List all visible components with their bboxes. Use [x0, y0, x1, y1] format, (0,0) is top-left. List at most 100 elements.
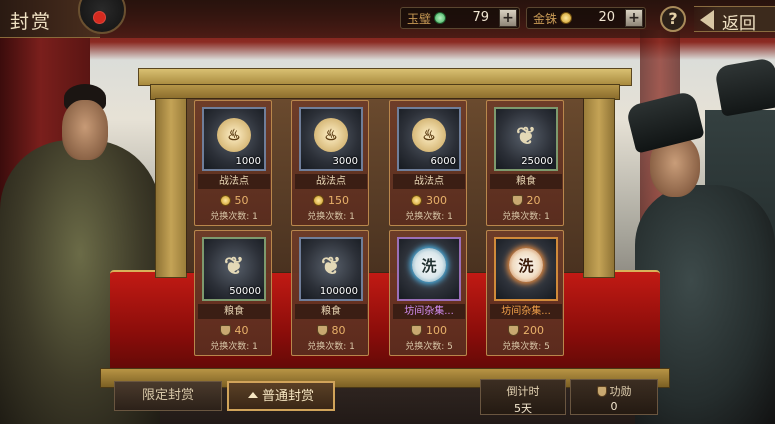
reward-card[interactable]: ❦ 100000 粮食 80 兑换次数: 1: [291, 230, 369, 356]
reward-card[interactable]: 洗 坊间杂集... 100 兑换次数: 5: [389, 230, 467, 356]
item-exchange-limit: 兑换次数: 1: [307, 212, 355, 222]
item-icon-frame: ❦ 50000: [202, 237, 266, 301]
flame-icon: ♨: [314, 118, 348, 153]
item-icon-frame: 洗: [397, 237, 461, 301]
back-arrow-icon: [700, 10, 714, 30]
active-tab-arrow-icon: [247, 391, 258, 398]
grain-icon: ❦: [320, 250, 342, 280]
gold-coin-icon: [560, 12, 573, 24]
item-exchange-limit: 兑换次数: 1: [502, 212, 550, 222]
merit-shield-icon: [508, 324, 519, 336]
currency-gold-value: 20: [598, 10, 615, 25]
item-cost: 40: [195, 323, 273, 337]
currency-jade-value: 79: [472, 10, 489, 25]
item-name: 粮食: [490, 174, 562, 189]
item-cost: 80: [292, 323, 370, 337]
tab-limited-rewards[interactable]: 限定封赏: [114, 381, 222, 411]
reward-card[interactable]: ♨ 3000 战法点 150 兑换次数: 1: [291, 100, 369, 226]
item-name: 粮食: [198, 304, 270, 319]
merit-shield-icon: [316, 324, 328, 336]
item-amount: 50000: [229, 286, 261, 297]
item-cost-value: 150: [328, 193, 349, 207]
item-exchange-limit: 兑换次数: 1: [210, 342, 258, 352]
merit-shield-icon: [511, 194, 523, 206]
item-name: 坊间杂集...: [490, 304, 562, 319]
currency-gold-label: 金铢: [533, 11, 558, 26]
item-name: 坊间杂集...: [393, 304, 465, 319]
item-icon-frame: ❦ 25000: [494, 107, 558, 171]
item-amount: 1000: [235, 156, 261, 167]
countdown-value: 5天: [514, 402, 532, 415]
gold-coin-icon: [411, 194, 422, 206]
back-button[interactable]: 返回: [694, 6, 775, 34]
reward-card[interactable]: ♨ 6000 战法点 300 兑换次数: 1: [389, 100, 467, 226]
merit-shield-icon: [596, 385, 607, 397]
item-exchange-limit: 兑换次数: 1: [307, 342, 355, 352]
item-name: 战法点: [198, 174, 270, 189]
gold-coin-icon: [219, 194, 231, 206]
tab-normal-rewards[interactable]: 普通封赏: [227, 381, 335, 411]
merit-shield-icon: [411, 324, 422, 336]
item-icon-frame: 洗: [494, 237, 558, 301]
chest-side-left: [155, 98, 187, 278]
tab-normal-label: 普通封赏: [261, 389, 314, 404]
merit-label-row: 功勋: [571, 383, 657, 399]
countdown-box: 倒计时 5天: [480, 379, 566, 415]
gold-coin-icon: [313, 194, 324, 206]
official-left-head: [62, 100, 108, 160]
item-name: 战法点: [295, 174, 367, 189]
item-cost-value: 40: [234, 323, 249, 337]
flame-icon: ♨: [217, 118, 251, 153]
item-icon-frame: ♨ 1000: [202, 107, 266, 171]
grain-icon: ❦: [223, 250, 245, 280]
item-cost: 50: [195, 193, 273, 207]
item-amount: 25000: [521, 156, 553, 167]
back-button-label: 返回: [722, 14, 756, 34]
item-cost-value: 20: [526, 193, 541, 207]
reward-card[interactable]: 洗 坊间杂集... 200 兑换次数: 5: [486, 230, 564, 356]
item-amount: 6000: [430, 156, 456, 167]
item-icon-frame: ♨ 6000: [397, 107, 461, 171]
item-cost-value: 100: [426, 323, 447, 337]
wash-token-icon: 洗: [509, 248, 543, 283]
countdown-label: 倒计时: [506, 385, 540, 398]
item-exchange-limit: 兑换次数: 5: [405, 342, 453, 352]
flame-icon: ♨: [412, 118, 446, 153]
item-cost-value: 300: [426, 193, 447, 207]
item-cost: 300: [390, 193, 468, 207]
add-gold-button[interactable]: +: [625, 9, 643, 27]
merit-label: 功勋: [609, 385, 632, 398]
item-cost: 150: [292, 193, 370, 207]
currency-gold: 金铢 20 +: [526, 7, 646, 29]
item-name: 粮食: [295, 304, 367, 319]
reward-card[interactable]: ❦ 25000 粮食 20 兑换次数: 1: [486, 100, 564, 226]
tab-limited-label: 限定封赏: [141, 388, 194, 403]
item-cost-value: 200: [523, 323, 544, 337]
item-exchange-limit: 兑换次数: 1: [210, 212, 258, 222]
currency-jade-label: 玉璧: [407, 11, 432, 26]
merit-box: 功勋 0: [570, 379, 658, 415]
official-right-back-hat: [714, 57, 775, 117]
red-cloth-tray: [110, 270, 660, 375]
currency-jade: 玉璧 79 +: [400, 7, 520, 29]
wash-token-icon: 洗: [412, 248, 446, 283]
item-amount: 100000: [319, 286, 358, 297]
item-name: 战法点: [393, 174, 465, 189]
reward-card[interactable]: ❦ 50000 粮食 40 兑换次数: 1: [194, 230, 272, 356]
grain-icon: ❦: [515, 120, 537, 150]
add-jade-button[interactable]: +: [499, 9, 517, 27]
item-amount: 3000: [332, 156, 358, 167]
item-cost-value: 50: [234, 193, 249, 207]
notification-dot: [93, 11, 106, 24]
merit-value: 0: [610, 400, 618, 413]
item-icon-frame: ❦ 100000: [299, 237, 363, 301]
reward-card[interactable]: ♨ 1000 战法点 50 兑换次数: 1: [194, 100, 272, 226]
help-button[interactable]: ?: [660, 6, 686, 32]
item-cost-value: 80: [331, 323, 346, 337]
item-exchange-limit: 兑换次数: 5: [502, 342, 550, 352]
jade-disc-icon: [434, 12, 447, 24]
item-exchange-limit: 兑换次数: 1: [405, 212, 453, 222]
item-cost: 200: [487, 323, 565, 337]
merit-shield-icon: [219, 324, 231, 336]
chest-side-right: [583, 98, 615, 278]
